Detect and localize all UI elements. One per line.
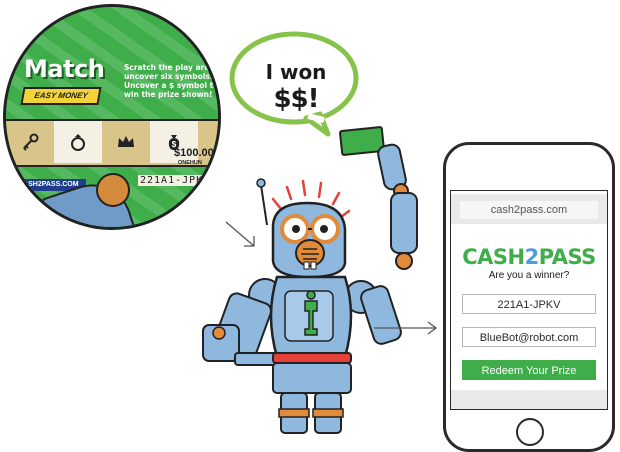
scratch-coin: [96, 173, 130, 207]
brand-logo-part3: PASS: [538, 245, 597, 269]
tagline: Are you a winner?: [488, 270, 570, 281]
brand-logo-part2: 2: [524, 245, 540, 269]
lottery-ticket-zoom: Match EASY MONEY Scratch the play area t…: [3, 4, 221, 230]
ticket-title: Match: [24, 55, 105, 83]
crown-icon: [102, 121, 150, 163]
brand-logo: CASH2PASS: [451, 245, 607, 269]
ring-icon: [54, 121, 102, 163]
robot-illustration: [202, 126, 418, 434]
speech-text-line1: I won: [265, 60, 327, 84]
key-icon: [6, 121, 54, 163]
ticket-code-input[interactable]: 221A1-JPKV: [462, 294, 596, 314]
ticket-banner: EASY MONEY: [20, 87, 102, 105]
url-field[interactable]: cash2pass.com: [460, 201, 598, 219]
arrow-robot-to-phone: [374, 321, 438, 335]
browser-bottom-bar: [451, 390, 607, 409]
redeem-prize-button[interactable]: Redeem Your Prize: [462, 360, 596, 380]
brand-logo-part1: CASH: [462, 245, 525, 269]
email-input[interactable]: BlueBot@robot.com: [462, 327, 596, 347]
speech-text-line2: $$!: [273, 84, 319, 114]
robot-raised-arm: [339, 126, 418, 270]
ticket-instructions: Scratch the play area to uncover six sym…: [124, 63, 221, 99]
home-button[interactable]: [516, 418, 544, 446]
